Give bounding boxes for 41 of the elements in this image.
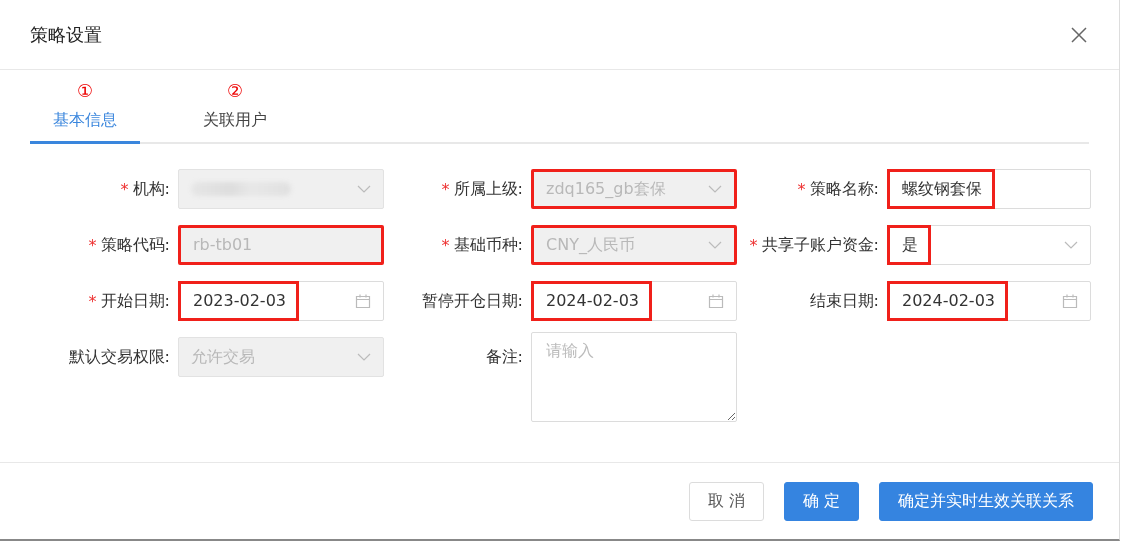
date-field[interactable]: 2024-02-03 [531, 281, 737, 321]
field-label: 结束日期: [809, 290, 879, 312]
field-label: 暂停开仓日期: [421, 290, 523, 312]
chevron-down-icon [708, 185, 722, 193]
remark-field[interactable]: 请输入 [531, 332, 737, 422]
field-label: 共享子账户资金: [761, 234, 879, 256]
required-mark: * [797, 179, 806, 199]
field-label: 策略名称: [809, 178, 879, 200]
field-label: 默认交易权限: [68, 346, 170, 368]
dialog-title: 策略设置 [30, 22, 102, 47]
chevron-down-icon [357, 185, 371, 193]
confirm-button[interactable]: 确定并实时生效关联关系 [879, 481, 1093, 521]
chevron-down-icon [357, 353, 371, 361]
date-field[interactable]: 2023-02-03 [178, 281, 384, 321]
field-label: 所属上级: [453, 178, 523, 200]
field-label: 机构: [132, 178, 170, 200]
required-mark: * [749, 235, 758, 255]
tab[interactable]: 关联用户 [180, 102, 290, 144]
calendar-icon [708, 293, 724, 309]
field-label: 基础币种: [453, 234, 523, 256]
chevron-down-icon [1064, 241, 1078, 249]
required-mark: * [441, 235, 450, 255]
step-marker: ② [226, 80, 244, 102]
select-field[interactable]: 是 [887, 225, 1091, 265]
confirm-button[interactable]: 确 定 [783, 481, 859, 521]
close-icon[interactable] [1071, 26, 1087, 43]
required-mark: * [88, 235, 97, 255]
input-field[interactable]: 螺纹钢套保 [887, 169, 1091, 209]
chevron-down-icon [708, 241, 722, 249]
calendar-icon [355, 293, 371, 309]
required-mark: * [441, 179, 450, 199]
field-label: 开始日期: [100, 290, 170, 312]
step-marker: ① [76, 80, 94, 102]
field-label: 备注: [485, 346, 523, 368]
date-field[interactable]: 2024-02-03 [887, 281, 1091, 321]
calendar-icon [1062, 293, 1078, 309]
field-label: 策略代码: [100, 234, 170, 256]
required-mark: * [88, 291, 97, 311]
cancel-button[interactable]: 取 消 [688, 481, 764, 521]
tab[interactable]: 基本信息 [30, 102, 140, 144]
required-mark: * [120, 179, 129, 199]
